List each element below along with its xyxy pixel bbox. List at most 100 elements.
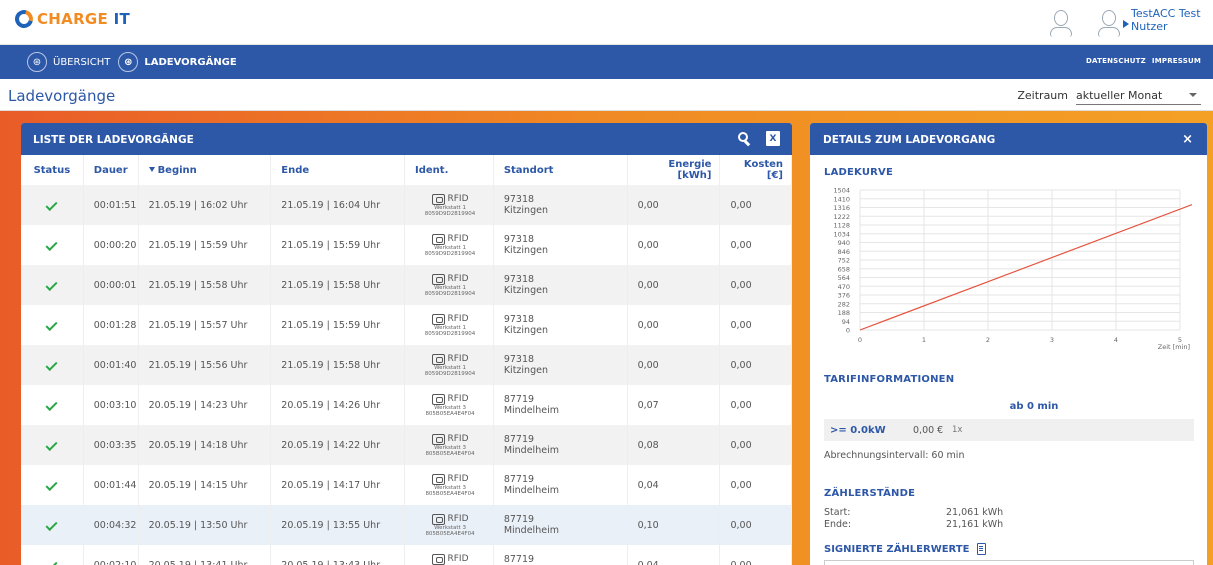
col-ident[interactable]: Ident. xyxy=(404,155,494,185)
ident-cell: RFIDWerkstatt 3805B05EA4E4F04 xyxy=(404,425,494,465)
table-row[interactable]: 00:01:40 21.05.19 | 15:56 Uhr 21.05.19 | 1… xyxy=(21,345,792,385)
ident-cell: RFID Werkstatt 1 8059D9D2819904 xyxy=(404,345,494,385)
table-row[interactable]: 00:03:35 20.05.19 | 14:18 Uhr 20.05.19 | 1… xyxy=(21,425,792,465)
energie-cell: 0,07 xyxy=(627,385,721,425)
ident-top: RFID xyxy=(431,473,469,485)
tarif-eur: 0,00 € xyxy=(913,424,944,436)
ident-cell: RFID Werkstatt 1 8059D9D2819904 xyxy=(404,225,494,265)
ident-type: RFID xyxy=(447,194,469,204)
charging-curve-chart: 0941882823764705646587528469401034112812… xyxy=(833,187,1192,351)
ident-top: RFID xyxy=(431,193,469,205)
col-beginn[interactable]: Beginn xyxy=(138,155,272,185)
kosten-cell: 0,00 xyxy=(719,425,792,465)
details-panel-title: DETAILS ZUM LADEVORGANG xyxy=(823,134,996,146)
overview-icon: ⊛ xyxy=(27,52,47,72)
beginn-cell: 20.05.19 | 13:50 Uhr xyxy=(138,505,272,545)
clipboard-icon[interactable] xyxy=(977,543,987,555)
table-row[interactable]: 00:01:28 21.05.19 | 15:57 Uhr 21.05.19 | 1… xyxy=(21,305,792,345)
link-datenschutz[interactable]: DATENSCHUTZ xyxy=(1086,57,1146,65)
table-row[interactable]: 00:01:51 21.05.19 | 16:02 Uhr 21.05.19 | 1… xyxy=(21,185,792,225)
y-tick-label: 1034 xyxy=(833,230,850,238)
plz: 87719 xyxy=(503,514,535,525)
nav-item-uebersicht[interactable]: ⊛ ÜBERSICHT xyxy=(27,52,110,72)
ort: Mindelheim xyxy=(503,405,559,416)
zaehlerstaende: Start: 21,061 kWh Ende: 21,161 kWh xyxy=(824,507,1003,531)
page-title: Ladevorgänge xyxy=(8,87,116,105)
location: 87719Mindelheim xyxy=(504,474,627,496)
nav-item-label: LADEVORGÄNGE xyxy=(144,56,237,68)
col-dauer[interactable]: Dauer xyxy=(83,155,139,185)
ident-top: RFID xyxy=(431,353,469,365)
table-row[interactable]: 00:03:10 20.05.19 | 14:23 Uhr 20.05.19 | 1… xyxy=(21,385,792,425)
plz: 87719 xyxy=(503,474,535,485)
ident-cell: RFIDWerkstatt 3805B05EA4E4F04 xyxy=(404,385,494,425)
ident-block: RFIDWerkstatt 3805B05EA4E4F04 xyxy=(415,433,485,457)
logo-text: CHARGE IT xyxy=(37,10,130,28)
logo-text-charge: CHARGE xyxy=(37,10,109,28)
ident-type: RFID xyxy=(447,314,469,324)
beginn-cell: 21.05.19 | 16:02 Uhr xyxy=(138,185,272,225)
ort: Mindelheim xyxy=(503,525,559,536)
user-profile-icon[interactable] xyxy=(1047,8,1075,38)
logo-text-it: IT xyxy=(113,10,131,28)
kosten-cell: 0,00 xyxy=(719,345,792,385)
location: 97318 Kitzingen xyxy=(504,354,627,376)
location: 97318 Kitzingen xyxy=(504,314,627,336)
plz: 97318 xyxy=(503,234,535,245)
ident-block: RFIDWerkstatt 3805B05EA4E4F04 xyxy=(415,393,485,417)
ident-block: RFIDWerkstatt 3805B05EA4E4F04 xyxy=(415,473,485,497)
check-icon xyxy=(45,358,58,371)
ident-type: RFID xyxy=(447,234,469,244)
plz: 97318 xyxy=(503,274,535,285)
ort: Kitzingen xyxy=(503,285,548,296)
table-row[interactable]: 00:00:20 21.05.19 | 15:59 Uhr 21.05.19 | 1… xyxy=(21,225,792,265)
table-row[interactable]: 00:00:01 21.05.19 | 15:58 Uhr 21.05.19 | 1… xyxy=(21,265,792,305)
y-tick-label: 0 xyxy=(846,327,850,335)
meter-start-label: Start: xyxy=(824,507,851,518)
rfid-card-icon xyxy=(431,473,445,485)
standort-cell: 87719Mindelheim xyxy=(493,505,628,545)
ident-cell: RFIDWerkstatt 3805B05EA4E4F04 xyxy=(404,545,494,565)
zeitraum-select[interactable]: aktueller Monat xyxy=(1076,85,1201,105)
y-tick-label: 564 xyxy=(838,274,850,282)
series-line xyxy=(859,203,1192,331)
user-name[interactable]: TestACC Test Nutzer xyxy=(1131,7,1201,33)
rfid-card-icon xyxy=(431,353,445,365)
ident-block: RFID Werkstatt 1 8059D9D2819904 xyxy=(415,273,485,297)
ident-top: RFID xyxy=(431,553,469,565)
nav-item-ladevorgaenge[interactable]: ⊛ LADEVORGÄNGE xyxy=(118,52,237,72)
search-icon[interactable] xyxy=(738,131,752,146)
ende-cell: 21.05.19 | 16:04 Uhr xyxy=(270,185,406,225)
status-cell xyxy=(21,425,84,465)
close-icon[interactable]: × xyxy=(1182,132,1193,147)
dauer-cell: 00:03:10 xyxy=(83,385,139,425)
charge-it-logo[interactable]: CHARGE IT xyxy=(11,6,130,32)
location: 87719Mindelheim xyxy=(504,514,627,536)
link-impressum[interactable]: IMPRESSUM xyxy=(1152,57,1201,65)
y-tick-label: 752 xyxy=(838,257,850,265)
col-standort[interactable]: Standort xyxy=(493,155,628,185)
col-ende[interactable]: Ende xyxy=(270,155,406,185)
ident-id: 8059D9D2819904 xyxy=(424,290,476,297)
table-row[interactable]: 00:02:10 20.05.19 | 13:41 Uhr 20.05.19 | 1… xyxy=(21,545,792,565)
col-kosten[interactable]: Kosten [€] xyxy=(719,155,792,185)
check-icon xyxy=(45,518,58,531)
page-header: Ladevorgänge Zeitraum aktueller Monat xyxy=(0,79,1213,111)
tarif-from: ab 0 min xyxy=(1009,401,1059,412)
ident-type: RFID xyxy=(447,434,469,444)
table-row[interactable]: 00:04:32 20.05.19 | 13:50 Uhr 20.05.19 | 1… xyxy=(21,505,792,545)
plz: 87719 xyxy=(503,434,535,445)
rfid-card-icon xyxy=(431,513,445,525)
user-logout-icon[interactable] xyxy=(1095,8,1129,38)
ident-id: 805B05EA4E4F04 xyxy=(425,530,475,537)
excel-export-icon[interactable]: X xyxy=(766,131,780,146)
ident-type: RFID xyxy=(447,474,469,484)
location: 87719Mindelheim xyxy=(504,434,627,456)
col-energie[interactable]: Energie [kWh] xyxy=(627,155,721,185)
table-header-row: Status Dauer Beginn Ende Ident. Standort… xyxy=(21,155,792,185)
ident-cell: RFIDWerkstatt 3805B05EA4E4F04 xyxy=(404,465,494,505)
table-row[interactable]: 00:01:44 20.05.19 | 14:15 Uhr 20.05.19 | 1… xyxy=(21,465,792,505)
y-tick-label: 1504 xyxy=(833,187,850,195)
col-status[interactable]: Status xyxy=(21,155,84,185)
ident-top: RFID xyxy=(431,433,469,445)
